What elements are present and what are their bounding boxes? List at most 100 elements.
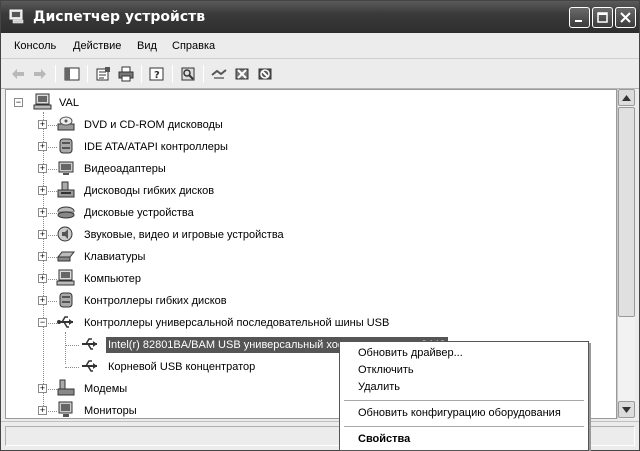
device-manager-icon <box>9 9 24 24</box>
context-properties[interactable]: Свойства <box>358 433 410 445</box>
menu-view[interactable]: Вид <box>137 40 157 52</box>
tree-item-label: Корневой USB концентратор <box>108 361 256 373</box>
maximize-button[interactable] <box>592 7 613 28</box>
uninstall-button[interactable] <box>233 65 251 83</box>
print-icon <box>118 66 134 82</box>
window-title: Диспетчер устройств <box>33 9 206 25</box>
minimize-button[interactable] <box>569 7 590 28</box>
expand-toggle[interactable]: + <box>38 164 47 173</box>
expand-toggle[interactable]: + <box>38 406 47 415</box>
tree-item-label: DVD и CD-ROM дисководы <box>84 119 223 131</box>
context-separator <box>344 426 584 427</box>
forward-arrow-icon <box>34 69 46 79</box>
tree-item-computer[interactable]: + Компьютер <box>6 268 406 290</box>
tree-item-label: Звуковые, видео и игровые устройства <box>84 229 284 241</box>
keyboard-icon <box>56 251 76 262</box>
context-separator <box>344 400 584 401</box>
chevron-down-icon <box>622 406 631 413</box>
floppy-drive-icon <box>57 181 75 198</box>
maximize-icon <box>597 12 608 23</box>
scan-hardware-icon <box>181 67 195 81</box>
collapse-toggle[interactable]: − <box>38 318 47 327</box>
print-button[interactable] <box>117 65 135 83</box>
tree-item-label: Компьютер <box>84 273 141 285</box>
back-arrow-icon <box>12 69 24 79</box>
display-adapter-icon <box>58 161 74 175</box>
expand-toggle[interactable]: + <box>38 120 47 129</box>
context-update-driver[interactable]: Обновить драйвер... <box>358 347 463 359</box>
tree-item-label: Дисководы гибких дисков <box>84 185 215 197</box>
back-button[interactable] <box>9 65 27 83</box>
floppy-controller-icon <box>59 292 73 308</box>
collapse-toggle[interactable]: − <box>14 98 23 107</box>
expand-toggle[interactable]: + <box>38 252 47 261</box>
minimize-icon <box>575 20 582 22</box>
cdrom-icon <box>57 116 75 131</box>
tree-item-label: Мониторы <box>84 405 137 417</box>
tree-root-label: VAL <box>59 97 79 109</box>
tree-item-ide[interactable]: + IDE ATA/ATAPI контроллеры <box>6 136 406 158</box>
expand-toggle[interactable]: + <box>38 142 47 151</box>
expand-toggle[interactable]: + <box>38 274 47 283</box>
update-driver-button[interactable] <box>210 65 228 83</box>
tree-item-label: Клавиатуры <box>84 251 146 263</box>
vertical-scrollbar[interactable] <box>617 89 635 419</box>
monitor-icon <box>58 401 73 417</box>
tree-item-label: Видеоадаптеры <box>84 163 166 175</box>
device-manager-window: Диспетчер устройств Консоль Действие Вид… <box>0 0 640 451</box>
usb-device-icon <box>82 338 97 350</box>
context-scan-hardware[interactable]: Обновить конфигурацию оборудования <box>358 407 561 419</box>
computer-category-icon <box>56 269 75 286</box>
close-icon <box>620 12 631 23</box>
disk-drive-icon <box>57 206 75 219</box>
expand-toggle[interactable]: + <box>38 296 47 305</box>
tree-item-cdrom[interactable]: + DVD и CD-ROM дисководы <box>6 114 406 136</box>
usb-device-icon <box>82 360 97 372</box>
disable-icon <box>258 68 272 80</box>
chevron-up-icon <box>622 94 631 101</box>
menu-action[interactable]: Действие <box>73 40 121 52</box>
disable-button[interactable] <box>256 65 274 83</box>
context-menu: Обновить драйвер... Отключить Удалить Об… <box>339 341 589 451</box>
tree-item-keyboards[interactable]: + Клавиатуры <box>6 246 406 268</box>
expand-toggle[interactable]: + <box>38 384 47 393</box>
context-uninstall[interactable]: Удалить <box>358 381 400 393</box>
tree-item-floppy-drives[interactable]: + Дисководы гибких дисков <box>6 180 406 202</box>
scroll-up-button[interactable] <box>618 89 635 106</box>
expand-toggle[interactable]: + <box>38 208 47 217</box>
forward-button[interactable] <box>31 65 49 83</box>
context-disable[interactable]: Отключить <box>358 364 414 376</box>
update-driver-icon <box>211 69 227 79</box>
expand-toggle[interactable]: + <box>38 230 47 239</box>
help-button[interactable]: ? <box>148 65 166 83</box>
title-bar[interactable]: Диспетчер устройств <box>1 1 639 33</box>
toolbar: ? <box>1 59 639 89</box>
scroll-thumb[interactable] <box>618 107 635 317</box>
show-hide-tree-icon <box>64 67 80 81</box>
tree-item-disk-drives[interactable]: + Дисковые устройства <box>6 202 406 224</box>
expand-toggle[interactable]: + <box>38 186 47 195</box>
scan-hardware-button[interactable] <box>179 65 197 83</box>
tree-item-usb[interactable]: − Контроллеры универсальной последовател… <box>6 312 426 334</box>
sound-icon <box>57 226 73 242</box>
tree-item-label: Контроллеры гибких дисков <box>84 295 227 307</box>
ide-controller-icon <box>59 138 73 154</box>
modem-icon <box>57 379 75 396</box>
close-button[interactable] <box>615 7 636 28</box>
properties-button[interactable] <box>94 65 112 83</box>
help-icon: ? <box>149 67 164 81</box>
tree-item-floppy-controllers[interactable]: + Контроллеры гибких дисков <box>6 290 406 312</box>
tree-item-video[interactable]: + Видеоадаптеры <box>6 158 406 180</box>
usb-icon <box>57 316 73 328</box>
tree-item-label: Модемы <box>84 383 128 395</box>
menu-help[interactable]: Справка <box>172 40 215 52</box>
tree-root[interactable]: − VAL <box>6 92 206 114</box>
tree-item-sound[interactable]: + Звуковые, видео и игровые устройства <box>6 224 406 246</box>
show-hide-tree-button[interactable] <box>63 65 81 83</box>
menu-console[interactable]: Консоль <box>14 40 56 52</box>
scroll-down-button[interactable] <box>618 401 635 418</box>
tree-item-label: Контроллеры универсальной последовательн… <box>84 317 390 329</box>
tree-item-label: Дисковые устройства <box>84 207 194 219</box>
computer-icon <box>33 93 52 110</box>
menu-bar: Консоль Действие Вид Справка <box>1 33 639 59</box>
